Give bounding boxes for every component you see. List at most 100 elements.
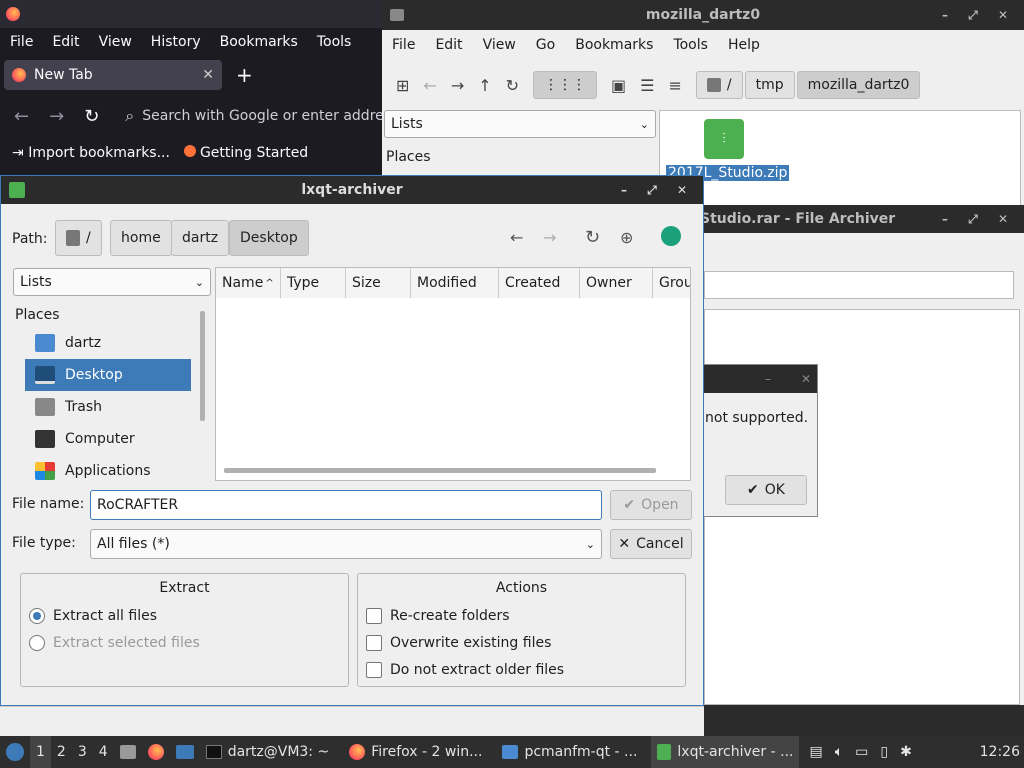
extract-selected-option[interactable]: Extract selected files — [29, 635, 200, 651]
extract-all-label: Extract all files — [53, 608, 158, 624]
reload-icon[interactable]: ↻ — [84, 106, 99, 127]
path-desktop[interactable]: Desktop — [229, 220, 309, 256]
url-bar[interactable]: ⌕ Search with Google or enter address — [119, 100, 382, 132]
file-manager-launcher-icon[interactable] — [114, 736, 142, 768]
path-root[interactable]: / — [55, 220, 102, 256]
show-desktop-icon[interactable] — [170, 736, 200, 768]
clock[interactable]: 12:26 — [974, 736, 1024, 768]
desktop-1[interactable]: 1 — [30, 736, 51, 768]
icon-view-icon[interactable]: ⋮⋮⋮ — [533, 71, 598, 99]
ff-menu-tools[interactable]: Tools — [317, 34, 352, 50]
desktop-3[interactable]: 3 — [72, 736, 93, 768]
pm-menu-go[interactable]: Go — [536, 37, 555, 53]
forward-icon[interactable]: → — [49, 106, 64, 127]
place-trash[interactable]: Trash — [25, 391, 191, 423]
dialog-status-strip — [0, 706, 704, 736]
col-modified[interactable]: Modified — [411, 268, 499, 298]
chevron-down-icon: ⌄ — [585, 537, 595, 551]
cancel-button[interactable]: ✕ Cancel — [610, 529, 692, 559]
new-tab-icon[interactable]: + — [236, 63, 253, 87]
col-size[interactable]: Size — [346, 268, 411, 298]
pm-path-tmp[interactable]: tmp — [744, 71, 795, 99]
overwrite-checkbox[interactable]: Overwrite existing files — [366, 635, 551, 651]
close-icon[interactable]: ✕ — [801, 372, 811, 386]
start-menu-icon[interactable] — [0, 736, 30, 768]
firefox-launcher-icon[interactable] — [142, 736, 170, 768]
ff-menu-file[interactable]: File — [10, 34, 33, 50]
col-name[interactable]: Name ^ — [216, 268, 281, 298]
file-name-input[interactable]: RoCRAFTER — [90, 490, 602, 520]
compact-view-icon[interactable]: ☰ — [640, 76, 654, 95]
ff-menu-bookmarks[interactable]: Bookmarks — [220, 34, 298, 50]
network-icon[interactable]: ▭ — [849, 736, 874, 768]
desktop-2[interactable]: 2 — [51, 736, 72, 768]
zip-file-icon[interactable]: ⫶ — [704, 119, 744, 159]
task-pcmanfm[interactable]: pcmanfm-qt - ... — [496, 736, 643, 768]
ff-menu-view[interactable]: View — [99, 34, 132, 50]
col-group[interactable]: Grou — [653, 268, 690, 298]
up-icon[interactable]: ↑ — [478, 76, 491, 95]
new-tab-icon[interactable]: ⊞ — [396, 76, 409, 95]
clipboard-icon[interactable]: ▤ — [803, 736, 828, 768]
pm-menu-tools[interactable]: Tools — [673, 37, 708, 53]
pm-menu-file[interactable]: File — [392, 37, 415, 53]
task-terminal[interactable]: dartz@VM3: ~ — [200, 736, 336, 768]
ff-menu-history[interactable]: History — [151, 34, 201, 50]
detailed-view-icon[interactable]: ≡ — [669, 76, 682, 95]
dialog-side-combo-label: Lists — [20, 274, 52, 290]
drive-icon — [66, 230, 80, 246]
thumbnail-view-icon[interactable]: ▣ — [611, 76, 626, 95]
col-created[interactable]: Created — [499, 268, 580, 298]
col-type[interactable]: Type — [281, 268, 346, 298]
pm-menu-bookmarks[interactable]: Bookmarks — [575, 37, 653, 53]
desktop-4[interactable]: 4 — [93, 736, 114, 768]
back-icon[interactable]: ← — [510, 228, 523, 247]
pm-menu-edit[interactable]: Edit — [435, 37, 462, 53]
cancel-icon: ✕ — [618, 536, 631, 552]
dialog-side-combo[interactable]: Lists ⌄ — [13, 268, 211, 296]
older-files-checkbox[interactable]: Do not extract older files — [366, 662, 564, 678]
bookmark-import[interactable]: ⇥ Import bookmarks... — [12, 145, 170, 161]
close-tab-icon[interactable]: ✕ — [202, 67, 214, 83]
back-icon[interactable]: ← — [423, 76, 436, 95]
bluetooth-icon[interactable]: ✱ — [894, 736, 918, 768]
forward-icon[interactable]: → — [451, 76, 464, 95]
places-scrollbar[interactable] — [200, 311, 205, 421]
pm-path-current[interactable]: mozilla_dartz0 — [796, 71, 921, 99]
path-home[interactable]: home — [110, 220, 172, 256]
back-icon[interactable]: ← — [14, 106, 29, 127]
view-options-icon[interactable] — [661, 226, 681, 246]
ff-menu-edit[interactable]: Edit — [52, 34, 79, 50]
place-applications[interactable]: Applications — [25, 455, 191, 487]
reload-icon[interactable]: ↻ — [506, 76, 519, 95]
horizontal-scrollbar[interactable] — [224, 468, 656, 473]
new-folder-icon[interactable]: ⊕ — [620, 228, 633, 247]
error-dialog: – ✕ not supported. ✔ OK — [700, 364, 818, 517]
volume-icon[interactable]: 🔈︎ — [829, 736, 849, 768]
reload-icon[interactable]: ↻ — [585, 227, 600, 248]
ok-button[interactable]: ✔ OK — [725, 475, 807, 505]
window-controls[interactable]: – ⤢ ✕ — [942, 212, 1016, 227]
place-desktop[interactable]: Desktop — [25, 359, 191, 391]
extract-all-option[interactable]: Extract all files — [29, 608, 157, 624]
minimize-icon[interactable]: – — [765, 372, 771, 386]
col-owner[interactable]: Owner — [580, 268, 653, 298]
recreate-folders-checkbox[interactable]: Re-create folders — [366, 608, 510, 624]
ff-tab-new-tab[interactable]: New Tab ✕ — [4, 60, 222, 90]
task-firefox[interactable]: Firefox - 2 win... — [343, 736, 488, 768]
file-type-select[interactable]: All files (*) ⌄ — [90, 529, 602, 559]
pm-path-root[interactable]: / — [695, 71, 743, 99]
notes-icon[interactable]: ▯ — [874, 736, 894, 768]
place-dartz[interactable]: dartz — [25, 327, 191, 359]
window-controls[interactable]: – ⤢ ✕ — [942, 8, 1016, 23]
window-controls[interactable]: – ⤢ ✕ — [621, 183, 695, 198]
forward-icon[interactable]: → — [543, 228, 556, 247]
task-archiver[interactable]: lxqt-archiver - ... — [651, 736, 800, 768]
open-button[interactable]: ✔ Open — [610, 490, 692, 520]
path-dartz[interactable]: dartz — [171, 220, 230, 256]
place-computer[interactable]: Computer — [25, 423, 191, 455]
bookmark-getting-started[interactable]: Getting Started — [183, 145, 308, 161]
pm-menu-view[interactable]: View — [483, 37, 516, 53]
pm-menu-help[interactable]: Help — [728, 37, 760, 53]
pm-side-combo[interactable]: Lists ⌄ — [384, 110, 656, 138]
